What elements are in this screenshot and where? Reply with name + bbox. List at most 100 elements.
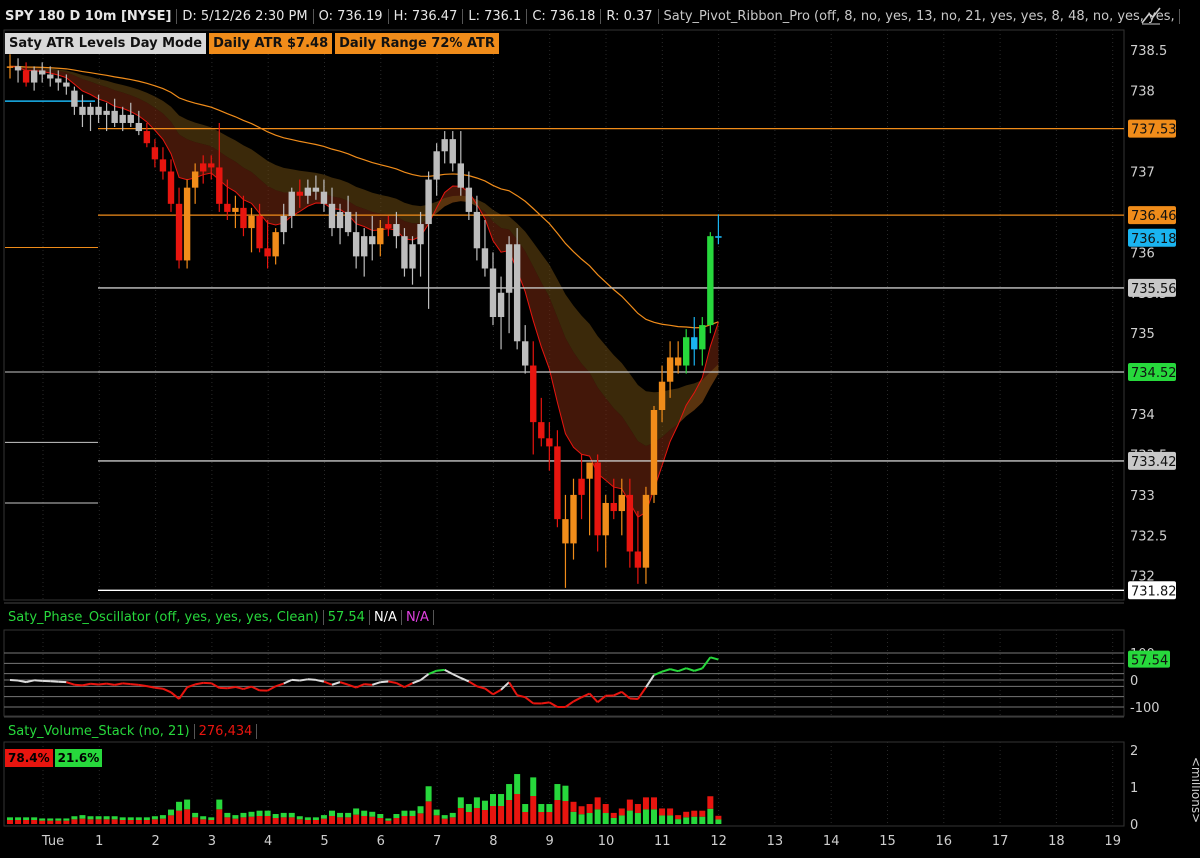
volume-buy-bar [95, 816, 102, 820]
oscillator-line [388, 680, 397, 684]
volume-buy-bar [111, 816, 118, 820]
volume-buy-bar [441, 815, 448, 819]
candle-body [288, 191, 295, 216]
volume-buy-bar [634, 813, 641, 824]
oscillator-header[interactable]: Saty_Phase_Oscillator (off, yes, yes, ye… [4, 606, 434, 628]
volume-sell-bar [433, 815, 440, 824]
y-tick-label: 738.5 [1130, 44, 1167, 59]
volume-buy-bar [667, 815, 674, 824]
volume-buy-bar [47, 818, 54, 821]
volume-sell-bar [353, 814, 360, 824]
volume-sell-bar [642, 797, 649, 810]
study-label[interactable]: Saty_Pivot_Ribbon_Pro (off, 8, no, yes, … [659, 8, 1180, 24]
oscillator-line [645, 674, 655, 688]
volume-buy-bar [473, 797, 480, 809]
volume-buy-bar [433, 809, 440, 816]
open-label: O: 736.19 [314, 8, 389, 24]
volume-buy-bar [248, 811, 255, 817]
candle-body [135, 122, 142, 132]
volume-sell-bar [538, 812, 545, 824]
candle-body [208, 163, 215, 168]
oscillator-line [339, 681, 349, 686]
volume-header[interactable]: Saty_Volume_Stack (no, 21) 276,434 [4, 720, 258, 742]
volume-sell-bar [345, 817, 352, 824]
candle-body [312, 187, 320, 192]
candle-body [530, 365, 537, 423]
y-tick-label: 733 [1130, 489, 1155, 504]
oscillator-line [677, 667, 687, 673]
oscillator-line [17, 679, 27, 684]
volume-buy-bar [312, 817, 319, 821]
candle-body [691, 337, 698, 350]
x-tick-label: 3 [208, 834, 216, 849]
volume-sell-bar [119, 820, 126, 824]
atr-mode-badge: Saty ATR Levels Day Mode [5, 33, 207, 54]
candle-body [87, 106, 94, 115]
volume-sell-bar [594, 797, 601, 810]
oscillator-line [114, 682, 123, 686]
volume-sell-bar [31, 820, 38, 824]
x-tick-label: 18 [1048, 834, 1065, 849]
candle-body [626, 494, 634, 552]
volume-buy-bar [23, 817, 30, 821]
volume-buy-bar [329, 810, 335, 817]
volume-sell-bar [715, 815, 722, 820]
volume-sell-bar [417, 813, 424, 824]
volume-sell-bar [55, 820, 62, 824]
volume-sell-bar [707, 796, 714, 809]
oscillator-line [291, 678, 300, 682]
volume-sell-bar [562, 801, 569, 824]
x-tick-label: 11 [654, 834, 671, 849]
volume-sell-bar [15, 820, 22, 824]
volume-sell-bar [47, 820, 54, 824]
volume-sell-bar [135, 820, 142, 824]
volume-sell-bar [248, 816, 255, 824]
volume-buy-bar [103, 816, 110, 820]
candle-body [95, 106, 102, 115]
candle-body [22, 70, 30, 83]
volume-buy-bar [7, 817, 13, 821]
volume-sell-bar [103, 819, 110, 824]
oscillator-line [637, 686, 647, 700]
candle-body [481, 248, 489, 269]
oscillator-line [299, 678, 308, 682]
volume-buy-bar [498, 794, 505, 807]
volume-buy-bar [192, 812, 199, 818]
oscillator-line [524, 696, 534, 705]
oscillator-line [267, 685, 277, 692]
candle-body [650, 410, 658, 495]
volume-buy-bar [538, 804, 545, 813]
x-tick-label: 13 [767, 834, 784, 849]
volume-sell-bar [337, 817, 344, 824]
y-tick-label: 732.5 [1130, 529, 1167, 544]
oscillator-line [162, 687, 172, 694]
volume-sell-bar [385, 820, 392, 824]
volume-buy-bar [659, 815, 666, 824]
candle-body [111, 110, 118, 123]
candle-body [409, 244, 416, 269]
candle-body [304, 187, 312, 196]
volume-sell-bar [23, 820, 30, 824]
close-label: C: 736.18 [527, 8, 602, 24]
symbol-label[interactable]: SPY 180 D 10m [NYSE] [0, 8, 178, 24]
candle-body [256, 215, 263, 249]
volume-sell-bar [667, 808, 674, 816]
volume-buy-bar [530, 777, 537, 797]
candle-body [328, 203, 336, 229]
oscillator-line [541, 701, 550, 705]
volume-sell-bar [256, 816, 263, 824]
oscillator-line [468, 680, 478, 688]
volume-buy-bar [651, 809, 657, 824]
candle-body [546, 438, 553, 447]
x-tick-label: 9 [546, 834, 554, 849]
volume-sell-bar [578, 806, 585, 815]
volume-sell-bar [401, 816, 408, 824]
oscillator-line [307, 678, 316, 681]
drawing-tool-icon[interactable] [1140, 5, 1162, 25]
candle-body [369, 236, 376, 245]
volume-buy-bar [602, 813, 609, 824]
volume-buy-bar [554, 784, 561, 801]
volume-sell-bar [683, 811, 690, 818]
oscillator-line [34, 679, 43, 682]
volume-buy-bar [159, 815, 166, 819]
